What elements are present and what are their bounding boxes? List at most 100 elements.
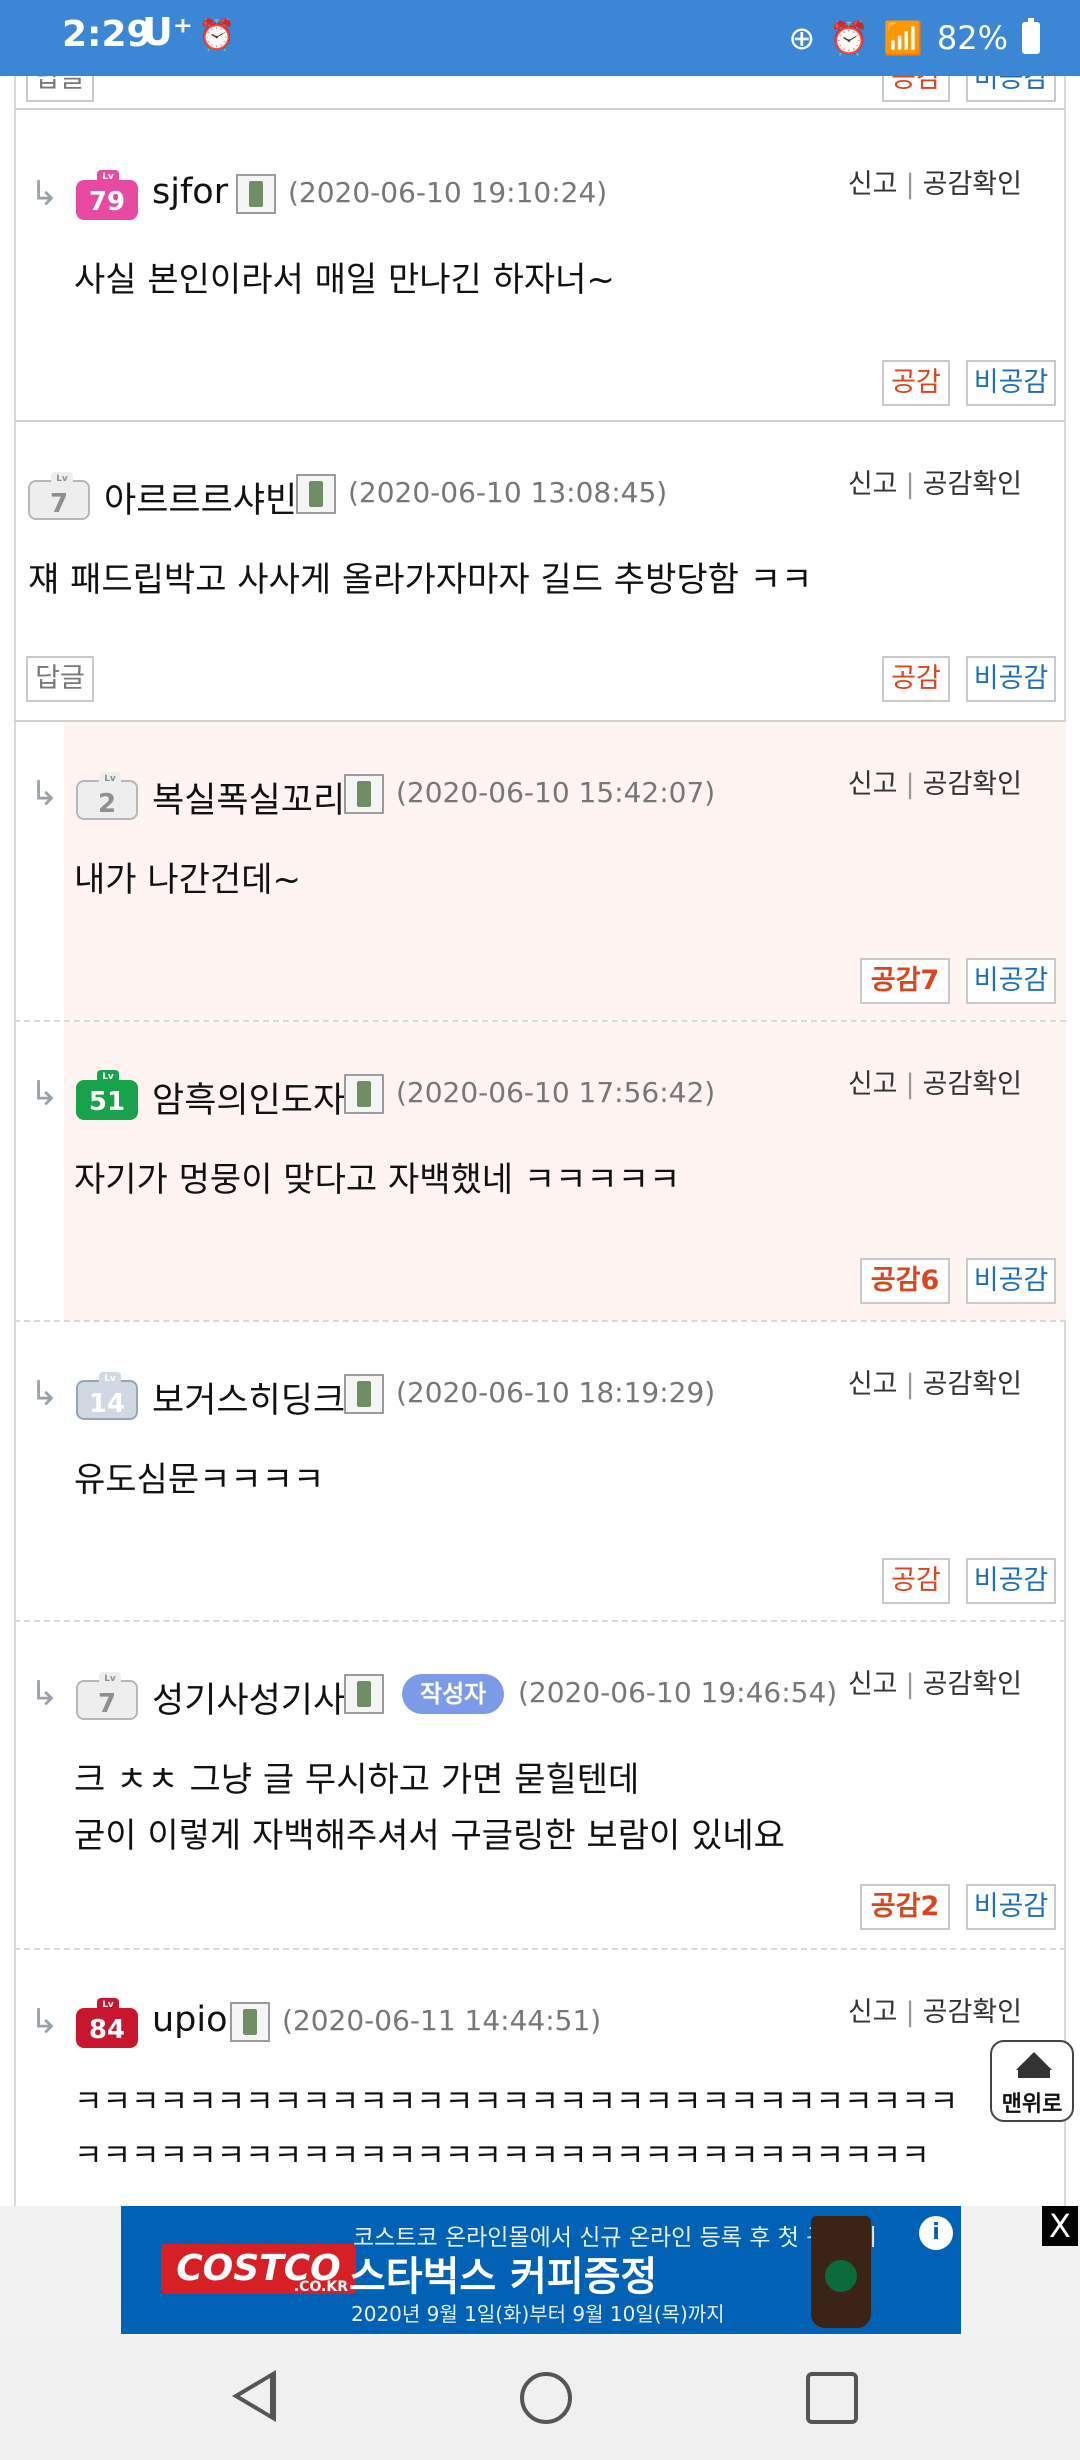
report-links: 신고 | 공감확인 [847, 769, 1022, 800]
comment-text-line: ㅋㅋㅋㅋㅋㅋㅋㅋㅋㅋㅋㅋㅋㅋㅋㅋㅋㅋㅋㅋㅋㅋㅋㅋㅋㅋㅋㅋㅋㅋㅋ [74, 2084, 959, 2120]
back-icon[interactable] [232, 2370, 276, 2422]
wifi-icon: 📶 [883, 19, 923, 57]
recent-apps-icon[interactable] [806, 2372, 858, 2424]
nickname[interactable]: 암흑의인도자 [152, 1072, 345, 1123]
report-link[interactable]: 신고 [848, 1369, 898, 1400]
ad-banner-strip: COSTCO .CO.KR 코스트코 온라인몰에서 신규 온라인 등록 후 첫 구… [0, 2206, 1080, 2336]
empathy-button[interactable]: 공감 [882, 76, 950, 102]
ad-headline: 스타벅스 커피증정 [349, 2254, 658, 2300]
alarm-status-icon: ⏰ [829, 19, 870, 57]
nickname[interactable]: upio [152, 2000, 228, 2040]
comment-text-line: 굳이 이렇게 자백해주셔서 구글링한 보람이 있네요 [74, 1816, 785, 1856]
comment-item: ↳ 51 암흑의인도자 (2020-06-10 17:56:42) 신고|공감확… [14, 1022, 1066, 1322]
reply-arrow-icon: ↳ [30, 1674, 59, 1714]
empathy-button[interactable]: 공감 [882, 656, 950, 702]
reply-arrow-icon: ↳ [30, 1374, 59, 1414]
comment-item: 7 아르르르샤빈 (2020-06-10 13:08:45) 신고|공감확인 쟤… [14, 422, 1066, 722]
empathy-check-link[interactable]: 공감확인 [923, 1997, 1022, 2028]
level-badge: 7 [76, 1672, 138, 1720]
non-empathy-button[interactable]: 비공감 [966, 656, 1056, 702]
ad-line3: 2020년 9월 1일(화)부터 9월 10일(목)까지 [351, 2302, 725, 2326]
report-link[interactable]: 신고 [848, 469, 898, 500]
report-links: 신고 | 공감확인 [847, 1069, 1022, 1100]
non-empathy-button[interactable]: 비공감 [966, 1558, 1056, 1604]
up-arrow-bar [1018, 2070, 1050, 2078]
level-badge: 7 [28, 472, 90, 520]
ad-banner[interactable]: COSTCO .CO.KR 코스트코 온라인몰에서 신규 온라인 등록 후 첫 구… [121, 2206, 961, 2334]
empathy-check-link[interactable]: 공감확인 [923, 1069, 1022, 1100]
empathy-check-link[interactable]: 공감확인 [923, 169, 1022, 200]
empathy-count-button[interactable]: 공감2 [860, 1884, 950, 1930]
ad-close-button[interactable]: X [1042, 2206, 1078, 2246]
non-empathy-button[interactable]: 비공감 [966, 360, 1056, 406]
up-arrow-icon [1016, 2052, 1052, 2070]
report-link[interactable]: 신고 [848, 769, 898, 800]
empathy-button[interactable]: 공감 [882, 1558, 950, 1604]
comment-text-line: 크 ㅊㅊ 그냥 글 무시하고 가면 묻힐텐데 [74, 1760, 640, 1800]
costco-logo: COSTCO .CO.KR [161, 2244, 356, 2295]
reply-arrow-icon: ↳ [30, 1074, 59, 1114]
report-link[interactable]: 신고 [848, 1669, 898, 1700]
nickname[interactable]: 성기사성기사 [152, 1672, 345, 1723]
report-links: 신고 | 공감확인 [847, 469, 1022, 500]
report-link[interactable]: 신고 [848, 169, 898, 200]
report-links: 신고 | 공감확인 [847, 1669, 1022, 1700]
report-links: 신고 | 공감확인 [847, 1997, 1022, 2028]
level-badge: 79 [76, 170, 138, 220]
empathy-check-link[interactable]: 공감확인 [923, 1369, 1022, 1400]
level-badge: 84 [76, 1998, 138, 2048]
nickname[interactable]: sjfor [152, 172, 228, 212]
ad-info-icon[interactable]: i [919, 2216, 953, 2250]
report-link[interactable]: 신고 [848, 1069, 898, 1100]
reply-button[interactable]: 답글 [26, 76, 94, 102]
scroll-to-top-button[interactable]: 맨위로 [990, 2040, 1074, 2122]
comment-text: 쟤 패드립박고 사사게 올라가자마자 길드 추방당함 ㅋㅋ [28, 560, 813, 600]
report-links: 신고 | 공감확인 [847, 1369, 1022, 1400]
reply-arrow-icon: ↳ [30, 774, 59, 814]
navigation-bar [0, 2336, 1080, 2460]
comment-item: ↳ 7 성기사성기사 작성자 (2020-06-10 19:46:54) 신고|… [14, 1622, 1066, 1950]
report-link[interactable]: 신고 [848, 1997, 898, 2028]
empathy-check-link[interactable]: 공감확인 [923, 1669, 1022, 1700]
reply-button[interactable]: 답글 [26, 656, 94, 702]
reply-arrow-icon: ↳ [30, 174, 59, 214]
comment-text: 자기가 멍뭉이 맞다고 자백했네 ㅋㅋㅋㅋㅋ [74, 1160, 681, 1200]
comment-partial: 답글 공감 비공감 [14, 76, 1066, 110]
status-time: 2:29 [62, 14, 152, 55]
comment-date: (2020-06-11 14:44:51) [282, 2004, 602, 2037]
non-empathy-button[interactable]: 비공감 [966, 1258, 1056, 1304]
home-icon[interactable] [520, 2372, 572, 2424]
carrier-label: U⁺ [142, 10, 193, 54]
level-badge: 14 [76, 1372, 138, 1420]
comment-text: 사실 본인이라서 매일 만나긴 하자너~ [74, 260, 615, 300]
mobile-icon [230, 2002, 270, 2042]
battery-percent: 82% [936, 19, 1008, 57]
empathy-check-link[interactable]: 공감확인 [923, 769, 1022, 800]
comment-text: 내가 나간건데~ [74, 860, 301, 900]
comment-item: ↳ 2 복실폭실꼬리 (2020-06-10 15:42:07) 신고|공감확인… [14, 722, 1066, 1022]
mobile-icon [344, 774, 384, 814]
scroll-to-top-label: 맨위로 [1001, 2092, 1063, 2117]
empathy-button[interactable]: 공감 [882, 360, 950, 406]
comment-date: (2020-06-10 19:10:24) [288, 176, 608, 209]
empathy-check-link[interactable]: 공감확인 [923, 469, 1022, 500]
comment-date: (2020-06-10 18:19:29) [396, 1376, 716, 1409]
empathy-count-button[interactable]: 공감6 [860, 1258, 950, 1304]
alarm-icon: ⏰ [198, 18, 236, 53]
non-empathy-button[interactable]: 비공감 [966, 76, 1056, 102]
ad-logo-sub: .CO.KR [293, 2279, 348, 2295]
comment-list: 답글 공감 비공감 ↳ 79 sjfor (2020-06-10 19:10:2… [0, 76, 1080, 2206]
non-empathy-button[interactable]: 비공감 [966, 958, 1056, 1004]
comment-item: ↳ 79 sjfor (2020-06-10 19:10:24) 신고|공감확인… [14, 122, 1066, 422]
mobile-icon [236, 174, 276, 214]
writer-badge: 작성자 [402, 1674, 505, 1714]
comment-item: ↳ 84 upio (2020-06-11 14:44:51) 신고|공감확인 … [14, 1950, 1066, 2206]
nickname[interactable]: 복실폭실꼬리 [152, 772, 345, 823]
non-empathy-button[interactable]: 비공감 [966, 1884, 1056, 1930]
mobile-icon [344, 1374, 384, 1414]
nickname[interactable]: 보거스히딩크 [152, 1372, 345, 1423]
report-links: 신고 | 공감확인 [847, 169, 1022, 200]
battery-icon [1022, 18, 1040, 54]
empathy-count-button[interactable]: 공감7 [860, 958, 950, 1004]
nickname[interactable]: 아르르르샤빈 [104, 472, 297, 523]
